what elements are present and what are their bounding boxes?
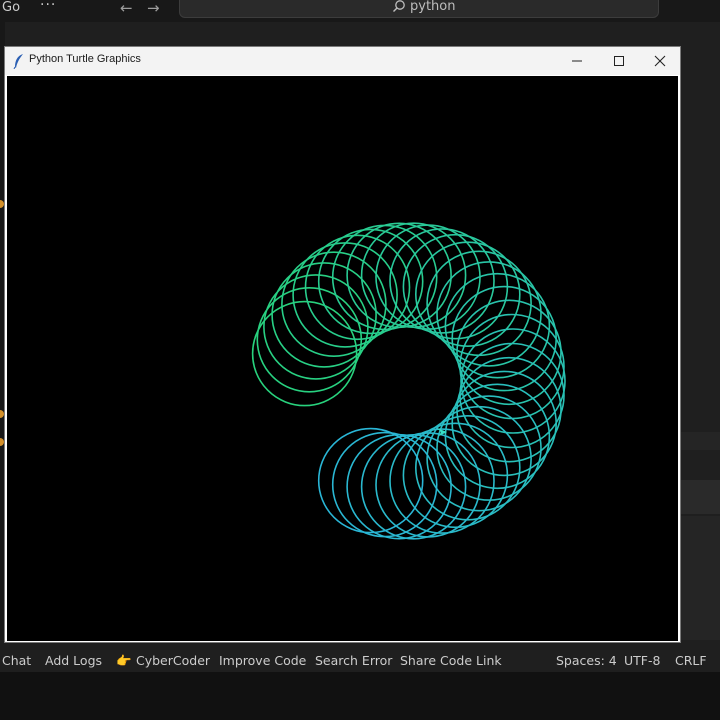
status-spaces[interactable]: Spaces: 4 — [556, 653, 617, 668]
status-chat[interactable]: Chat — [2, 653, 31, 668]
maximize-button[interactable] — [598, 47, 640, 75]
command-search-box[interactable]: python — [179, 0, 659, 18]
spiral-circle — [444, 383, 551, 490]
minimize-icon — [572, 60, 582, 62]
status-eol[interactable]: CRLF — [675, 653, 707, 668]
close-button[interactable] — [639, 47, 681, 75]
minimize-button[interactable] — [556, 47, 598, 75]
turtle-window-titlebar[interactable]: Python Turtle Graphics — [5, 47, 680, 75]
turtle-graphics-window[interactable]: Python Turtle Graphics — [4, 46, 681, 643]
search-icon — [393, 0, 405, 12]
status-share-code-link[interactable]: Share Code Link — [400, 653, 502, 668]
spiral-circle — [436, 261, 542, 367]
spiral-circle — [460, 328, 566, 434]
spiral-circle — [414, 414, 521, 521]
editor-background-strip — [681, 22, 720, 640]
spiral-circle — [331, 431, 438, 538]
window-title: Python Turtle Graphics — [29, 53, 141, 65]
spiral-circle — [389, 428, 495, 534]
status-add-logs[interactable]: Add Logs — [45, 653, 102, 668]
bottom-area — [0, 672, 720, 720]
spiral-circle — [389, 228, 495, 334]
forward-arrow-icon[interactable]: → — [147, 0, 160, 17]
spiral-circle — [456, 299, 562, 406]
status-search-error[interactable]: Search Error — [315, 653, 392, 668]
spiral-circle — [251, 300, 358, 407]
circle-spiral-drawing — [251, 222, 566, 540]
spiral-circle — [271, 262, 377, 368]
spiral-circle — [436, 395, 542, 501]
status-cybercoder[interactable]: CyberCoder — [136, 653, 210, 668]
spiral-circle — [456, 356, 562, 463]
turtle-canvas — [7, 76, 678, 641]
pointing-hand-icon: 👉 — [116, 653, 132, 668]
search-text: python — [410, 0, 456, 14]
maximize-icon — [614, 56, 624, 66]
status-encoding[interactable]: UTF-8 — [624, 653, 660, 668]
more-menu-icon[interactable]: ··· — [40, 0, 56, 13]
close-icon — [654, 55, 666, 67]
spiral-circle — [292, 242, 398, 348]
spiral-circle — [444, 272, 551, 379]
back-arrow-icon[interactable]: ← — [120, 0, 133, 17]
status-bar: Chat Add Logs 👉 CyberCoder Improve Code … — [0, 652, 720, 672]
title-bar: Go ··· ← → python — [0, 0, 720, 22]
menu-go[interactable]: Go — [2, 0, 20, 15]
status-improve-code[interactable]: Improve Code — [219, 653, 306, 668]
feather-icon — [13, 54, 23, 69]
spiral-circle — [263, 274, 369, 380]
